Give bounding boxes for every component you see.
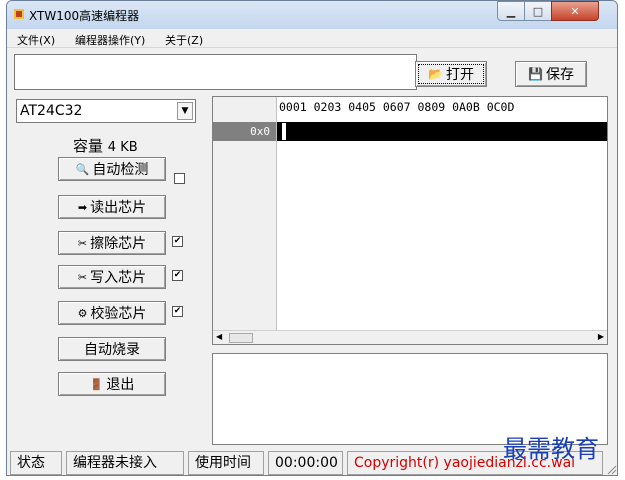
scroll-right-icon[interactable]: ▶: [598, 332, 604, 341]
maximize-icon: □: [532, 4, 544, 18]
exit-button[interactable]: 🚪 退出: [58, 372, 166, 396]
app-window: XTW100高速编程器 ▁ □ ✕ 文件(X) 编程器操作(Y) 关于(Z) 📂…: [6, 0, 618, 476]
watermark-text: 最需教育: [503, 435, 599, 463]
auto-detect-button[interactable]: 🔍 自动检测: [58, 157, 166, 181]
status-label: 状态: [10, 451, 62, 475]
minimize-button[interactable]: ▁: [497, 1, 525, 21]
save-button[interactable]: 💾 保存: [515, 61, 587, 87]
usage-time-value: 00:00:00: [268, 451, 343, 475]
control-panel: AT24C32 ▼ 容量 4 KB 🔍 自动检测 ➡ 读出芯片 ✂ 擦除芯片 ✔…: [15, 97, 205, 439]
detect-icon: 🔍: [75, 162, 90, 176]
erase-chip-button[interactable]: ✂ 擦除芯片: [58, 231, 166, 255]
hex-editor[interactable]: 0001 0203 0405 0607 0809 0A0B 0C0D 0x0 ◀…: [212, 96, 608, 345]
app-icon: [14, 9, 24, 19]
read-chip-label: 读出芯片: [90, 200, 147, 216]
exit-icon: 🚪: [89, 377, 104, 391]
resize-grip-icon[interactable]: [605, 463, 617, 475]
scroll-left-icon[interactable]: ◀: [216, 332, 222, 341]
close-button[interactable]: ✕: [551, 1, 599, 21]
auto-burn-label: 自动烧录: [84, 342, 140, 358]
chip-select[interactable]: AT24C32 ▼: [16, 99, 196, 123]
write-icon: ✂: [77, 270, 88, 284]
auto-detect-checkbox[interactable]: [174, 173, 185, 184]
menu-programmer-ops[interactable]: 编程器操作(Y): [75, 32, 145, 48]
hex-data-row[interactable]: [277, 122, 607, 141]
verify-chip-checkbox[interactable]: ✔: [172, 306, 183, 317]
erase-icon: ✂: [77, 236, 88, 250]
title-bar[interactable]: XTW100高速编程器 ▁ □ ✕: [7, 1, 617, 29]
write-chip-button[interactable]: ✂ 写入芯片: [58, 265, 166, 289]
erase-chip-label: 擦除芯片: [90, 236, 147, 252]
read-arrow-icon: ➡: [77, 200, 88, 214]
save-button-label: 保存: [545, 67, 574, 83]
hex-cursor: [281, 122, 287, 141]
open-button[interactable]: 📂 打开: [415, 61, 487, 87]
window-title: XTW100高速编程器: [29, 9, 140, 23]
auto-detect-label: 自动检测: [92, 162, 149, 178]
capacity-value: 4 KB: [107, 140, 138, 155]
write-chip-label: 写入芯片: [90, 270, 147, 286]
menu-about[interactable]: 关于(Z): [165, 32, 203, 48]
open-button-label: 打开: [445, 67, 474, 83]
verify-icon: ⚙: [77, 306, 88, 320]
save-icon: 💾: [528, 67, 543, 81]
hex-row-address: 0x0: [213, 122, 276, 141]
erase-chip-checkbox[interactable]: ✔: [172, 236, 183, 247]
chip-select-value: AT24C32: [20, 103, 83, 119]
status-value: 编程器未接入: [66, 451, 184, 475]
close-icon: ✕: [570, 4, 580, 18]
menu-bar: 文件(X) 编程器操作(Y) 关于(Z): [7, 29, 617, 48]
folder-open-icon: 📂: [428, 67, 443, 81]
chevron-down-icon[interactable]: ▼: [177, 102, 193, 120]
capacity-display: 容量 4 KB: [73, 135, 138, 156]
capacity-label: 容量: [73, 137, 104, 155]
verify-chip-button[interactable]: ⚙ 校验芯片: [58, 301, 166, 325]
usage-time-label: 使用时间: [188, 451, 264, 475]
scrollbar-thumb[interactable]: [229, 333, 253, 343]
hex-column-header: 0001 0203 0405 0607 0809 0A0B 0C0D: [279, 100, 515, 114]
menu-file[interactable]: 文件(X): [17, 32, 55, 48]
maximize-button[interactable]: □: [524, 1, 552, 21]
verify-chip-label: 校验芯片: [90, 306, 147, 322]
minimize-icon: ▁: [506, 4, 516, 18]
read-chip-button[interactable]: ➡ 读出芯片: [58, 195, 166, 219]
file-path-field[interactable]: [14, 54, 417, 90]
auto-burn-button[interactable]: 自动烧录: [58, 337, 166, 361]
write-chip-checkbox[interactable]: ✔: [172, 270, 183, 281]
exit-label: 退出: [106, 377, 135, 393]
horizontal-scrollbar[interactable]: ◀ ▶: [213, 330, 607, 344]
